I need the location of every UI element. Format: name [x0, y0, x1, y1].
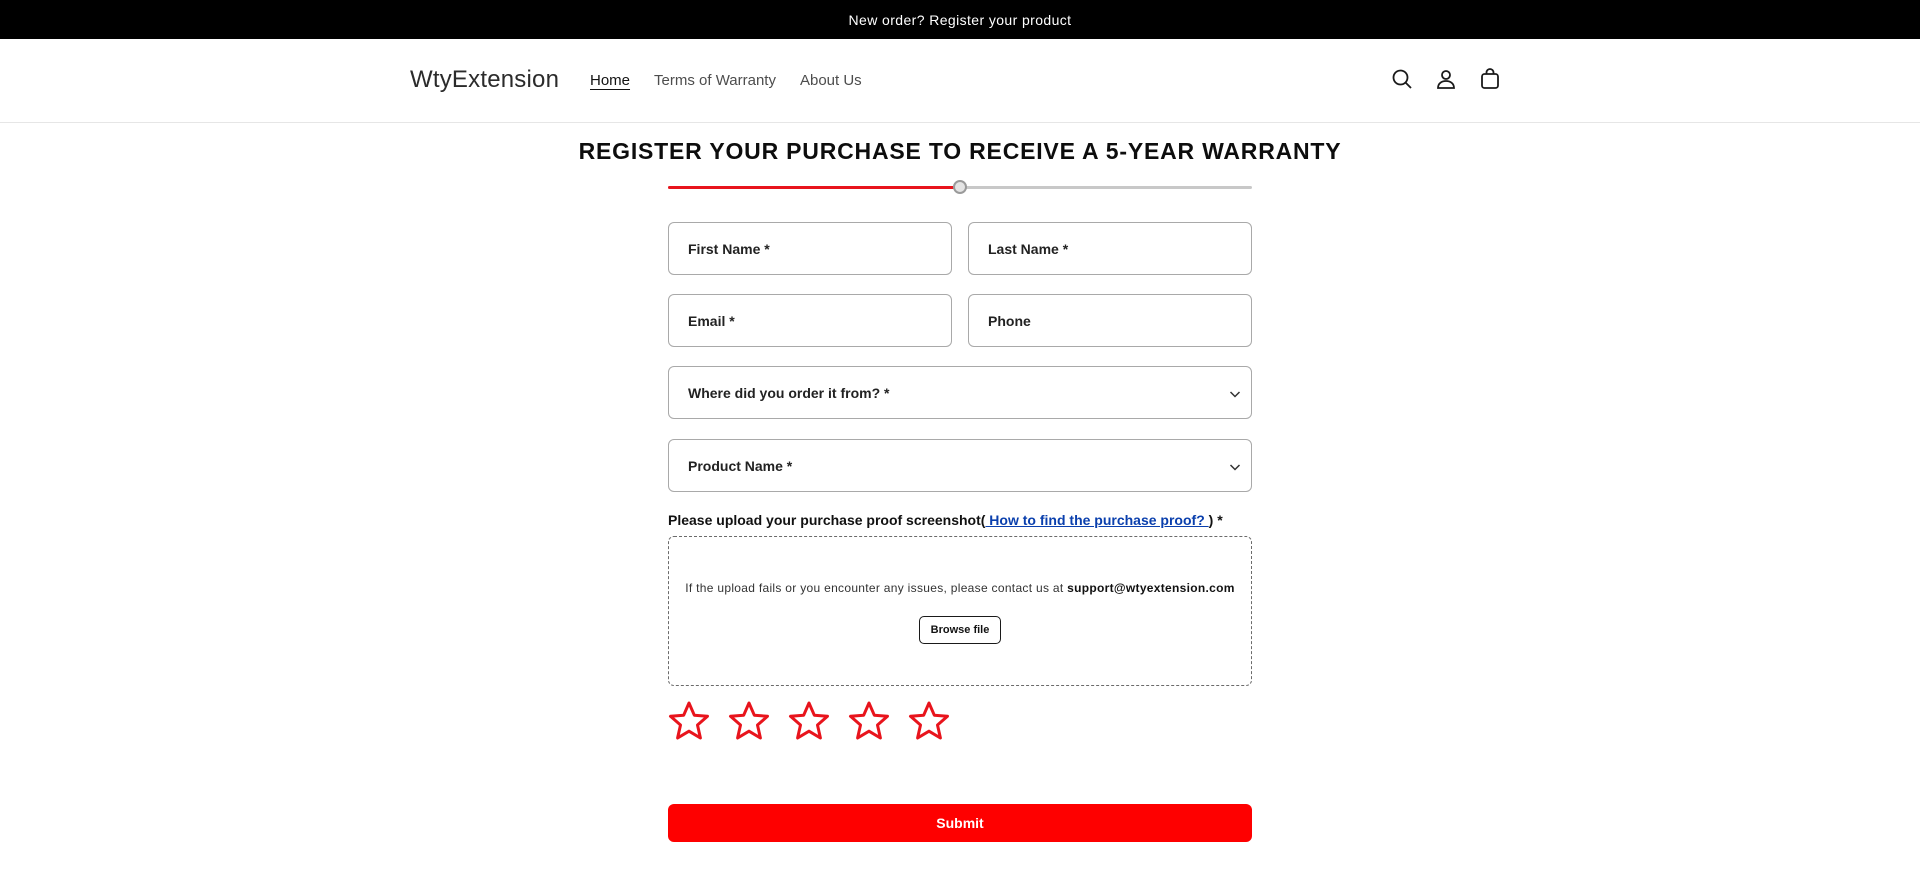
search-icon[interactable] [1390, 67, 1414, 91]
star-icon[interactable] [788, 700, 830, 742]
form-progress-bar [668, 180, 1252, 194]
upload-label: Please upload your purchase proof screen… [668, 512, 1223, 528]
first-name-field[interactable]: First Name * [668, 222, 952, 275]
chevron-down-icon [1229, 464, 1241, 471]
cart-icon[interactable] [1478, 67, 1502, 91]
announcement-bar: New order? Register your product [0, 0, 1920, 39]
star-icon[interactable] [728, 700, 770, 742]
account-icon[interactable] [1434, 67, 1458, 91]
upload-help-message: If the upload fails or you encounter any… [669, 581, 1251, 595]
star-icon[interactable] [908, 700, 950, 742]
progress-knob[interactable] [953, 180, 967, 194]
main-nav: Home Terms of Warranty About Us [590, 72, 862, 89]
star-icon[interactable] [848, 700, 890, 742]
progress-fill [668, 186, 960, 189]
file-dropzone[interactable]: If the upload fails or you encounter any… [668, 536, 1252, 686]
order-source-placeholder: Where did you order it from? * [688, 384, 890, 401]
last-name-field[interactable]: Last Name * [968, 222, 1252, 275]
page-title: REGISTER YOUR PURCHASE TO RECEIVE A 5-YE… [578, 138, 1342, 164]
order-source-select[interactable]: Where did you order it from? * [668, 366, 1252, 419]
nav-home[interactable]: Home [590, 72, 630, 89]
phone-field[interactable]: Phone [968, 294, 1252, 347]
upload-label-required: ) * [1208, 512, 1223, 528]
product-name-placeholder: Product Name * [688, 457, 793, 474]
upload-label-text: Please upload your purchase proof screen… [668, 512, 986, 528]
chevron-down-icon [1229, 391, 1241, 398]
email-field[interactable]: Email * [668, 294, 952, 347]
nav-terms-of-warranty[interactable]: Terms of Warranty [654, 72, 776, 89]
browse-file-button[interactable]: Browse file [919, 616, 1001, 644]
product-name-select[interactable]: Product Name * [668, 439, 1252, 492]
submit-button[interactable]: Submit [668, 804, 1252, 842]
star-icon[interactable] [668, 700, 710, 742]
site-logo[interactable]: WtyExtension [410, 66, 559, 94]
first-name-placeholder: First Name * [688, 240, 770, 257]
email-placeholder: Email * [688, 312, 735, 329]
star-rating [668, 700, 950, 742]
last-name-placeholder: Last Name * [988, 240, 1069, 257]
upload-help-text: If the upload fails or you encounter any… [685, 581, 1068, 595]
site-header: WtyExtension Home Terms of Warranty Abou… [0, 39, 1920, 123]
support-email[interactable]: support@wtyextension.com [1067, 581, 1235, 595]
announcement-text[interactable]: New order? Register your product [849, 12, 1072, 28]
purchase-proof-help-link[interactable]: How to find the purchase proof? [985, 512, 1208, 528]
nav-about-us[interactable]: About Us [800, 72, 862, 89]
header-icons [1390, 67, 1502, 91]
phone-placeholder: Phone [988, 312, 1031, 329]
